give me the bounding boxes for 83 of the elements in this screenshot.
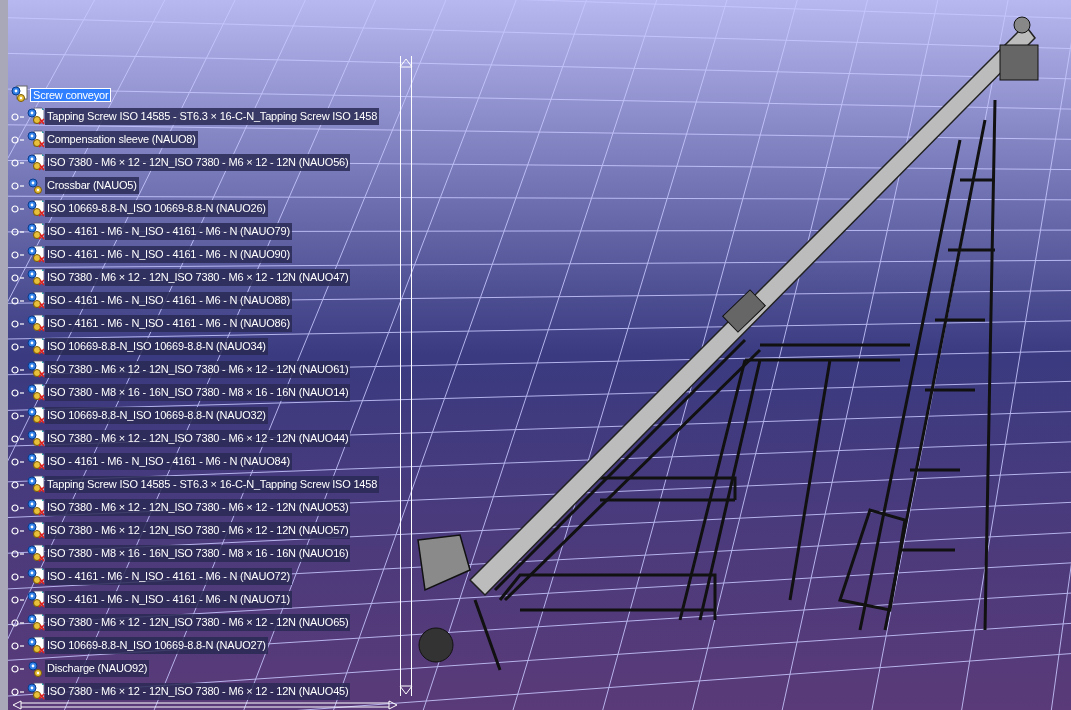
tree-connector-icon: [11, 250, 25, 259]
tree-item[interactable]: ISO 10669-8.8-N_ISO 10669-8.8-N (NAUO34): [45, 338, 268, 355]
tree-item[interactable]: Crossbar (NAUO5): [45, 177, 139, 194]
part-icon: [27, 290, 45, 311]
tree-item[interactable]: ISO 7380 - M6 × 12 - 12N_ISO 7380 - M6 × 12 - 12N (NAUO53): [45, 499, 351, 516]
assembly-icon: [27, 176, 45, 195]
tree-item[interactable]: ISO 7380 - M6 × 12 - 12N_ISO 7380 - M6 × 12 - 12N (NAUO45): [45, 683, 351, 700]
tree-connector-icon: [11, 135, 25, 144]
tree-item[interactable]: ISO - 4161 - M6 - N_ISO - 4161 - M6 - N (NAUO90): [45, 246, 292, 263]
tree-connector-icon: [11, 480, 25, 489]
tree-connector-icon: [11, 388, 25, 397]
assembly-icon: [10, 84, 28, 103]
tree-item[interactable]: ISO 7380 - M6 × 12 - 12N_ISO 7380 - M6 × 12 - 12N (NAUO56): [45, 154, 351, 171]
tree-item[interactable]: ISO 7380 - M8 × 16 - 16N_ISO 7380 - M8 × 16 - 16N (NAUO16): [45, 545, 351, 562]
horizontal-scrollbar[interactable]: [12, 700, 398, 710]
tree-connector-icon: [11, 618, 25, 627]
tree-connector-icon: [11, 549, 25, 558]
part-icon: [27, 520, 45, 541]
vertical-scrollbar[interactable]: [400, 56, 412, 696]
part-icon: [27, 589, 45, 610]
tree-connector-icon: [11, 572, 25, 581]
part-icon: [27, 267, 45, 288]
part-icon: [27, 313, 45, 334]
tree-item[interactable]: ISO - 4161 - M6 - N_ISO - 4161 - M6 - N (NAUO71): [45, 591, 292, 608]
tree-connector-icon: [11, 112, 25, 121]
part-icon: [27, 428, 45, 449]
tree-connector-icon: [11, 181, 25, 190]
part-icon: [27, 474, 45, 495]
tree-item[interactable]: ISO 7380 - M6 × 12 - 12N_ISO 7380 - M6 × 12 - 12N (NAUO65): [45, 614, 351, 631]
part-icon: [27, 221, 45, 242]
tree-item[interactable]: ISO 7380 - M6 × 12 - 12N_ISO 7380 - M6 × 12 - 12N (NAUO44): [45, 430, 351, 447]
tree-item[interactable]: ISO - 4161 - M6 - N_ISO - 4161 - M6 - N (NAUO72): [45, 568, 292, 585]
tree-connector-icon: [11, 296, 25, 305]
assembly-icon: [27, 659, 45, 678]
part-icon: [27, 451, 45, 472]
part-icon: [27, 681, 45, 702]
tree-item[interactable]: Tapping Screw ISO 14585 - ST6.3 × 16-C-N_Tapping Screw ISO 1458: [45, 476, 380, 493]
scroll-down-icon[interactable]: [399, 685, 413, 695]
tree-connector-icon: [11, 227, 25, 236]
tree-item[interactable]: ISO - 4161 - M6 - N_ISO - 4161 - M6 - N (NAUO86): [45, 315, 292, 332]
tree-connector-icon: [11, 319, 25, 328]
tree-connector-icon: [11, 641, 25, 650]
part-icon: [27, 106, 45, 127]
tree-connector-icon: [11, 434, 25, 443]
tree-item[interactable]: Compensation sleeve (NAUO8): [45, 131, 198, 148]
part-icon: [27, 152, 45, 173]
part-icon: [27, 497, 45, 518]
tree-item[interactable]: ISO - 4161 - M6 - N_ISO - 4161 - M6 - N (NAUO84): [45, 453, 292, 470]
tree-item[interactable]: ISO 7380 - M6 × 12 - 12N_ISO 7380 - M6 × 12 - 12N (NAUO47): [45, 269, 351, 286]
tree-item[interactable]: Tapping Screw ISO 14585 - ST6.3 × 16-C-N_Tapping Screw ISO 1458: [45, 108, 380, 125]
tree-connector-icon: [11, 457, 25, 466]
part-icon: [27, 359, 45, 380]
part-icon: [27, 635, 45, 656]
part-icon: [27, 129, 45, 150]
tree-item[interactable]: ISO 10669-8.8-N_ISO 10669-8.8-N (NAUO27): [45, 637, 268, 654]
part-icon: [27, 543, 45, 564]
tree-connector-icon: [11, 365, 25, 374]
tree-connector-icon: [11, 595, 25, 604]
part-icon: [27, 382, 45, 403]
part-icon: [27, 244, 45, 265]
tree-connector-icon: [11, 342, 25, 351]
part-icon: [27, 566, 45, 587]
tree-item[interactable]: ISO 7380 - M6 × 12 - 12N_ISO 7380 - M6 × 12 - 12N (NAUO61): [45, 361, 351, 378]
part-icon: [27, 336, 45, 357]
tree-item[interactable]: ISO 10669-8.8-N_ISO 10669-8.8-N (NAUO26): [45, 200, 268, 217]
tree-item[interactable]: Discharge (NAUO92): [45, 660, 150, 677]
tree-item[interactable]: Screw conveyor: [31, 88, 111, 101]
part-icon: [27, 612, 45, 633]
tree-item[interactable]: ISO 7380 - M6 × 12 - 12N_ISO 7380 - M6 × 12 - 12N (NAUO57): [45, 522, 351, 539]
tree-item[interactable]: ISO - 4161 - M6 - N_ISO - 4161 - M6 - N (NAUO79): [45, 223, 292, 240]
part-icon: [27, 405, 45, 426]
tree-item[interactable]: ISO 7380 - M8 × 16 - 16N_ISO 7380 - M8 × 16 - 16N (NAUO14): [45, 384, 351, 401]
tree-connector-icon: [11, 273, 25, 282]
part-icon: [27, 198, 45, 219]
tree-connector-icon: [11, 687, 25, 696]
tree-connector-icon: [11, 664, 25, 673]
tree-connector-icon: [11, 526, 25, 535]
tree-connector-icon: [11, 158, 25, 167]
tree-connector-icon: [11, 204, 25, 213]
tree-connector-icon: [11, 503, 25, 512]
tree-connector-icon: [11, 411, 25, 420]
tree-item[interactable]: ISO 10669-8.8-N_ISO 10669-8.8-N (NAUO32): [45, 407, 268, 424]
tree-item[interactable]: ISO - 4161 - M6 - N_ISO - 4161 - M6 - N (NAUO88): [45, 292, 292, 309]
